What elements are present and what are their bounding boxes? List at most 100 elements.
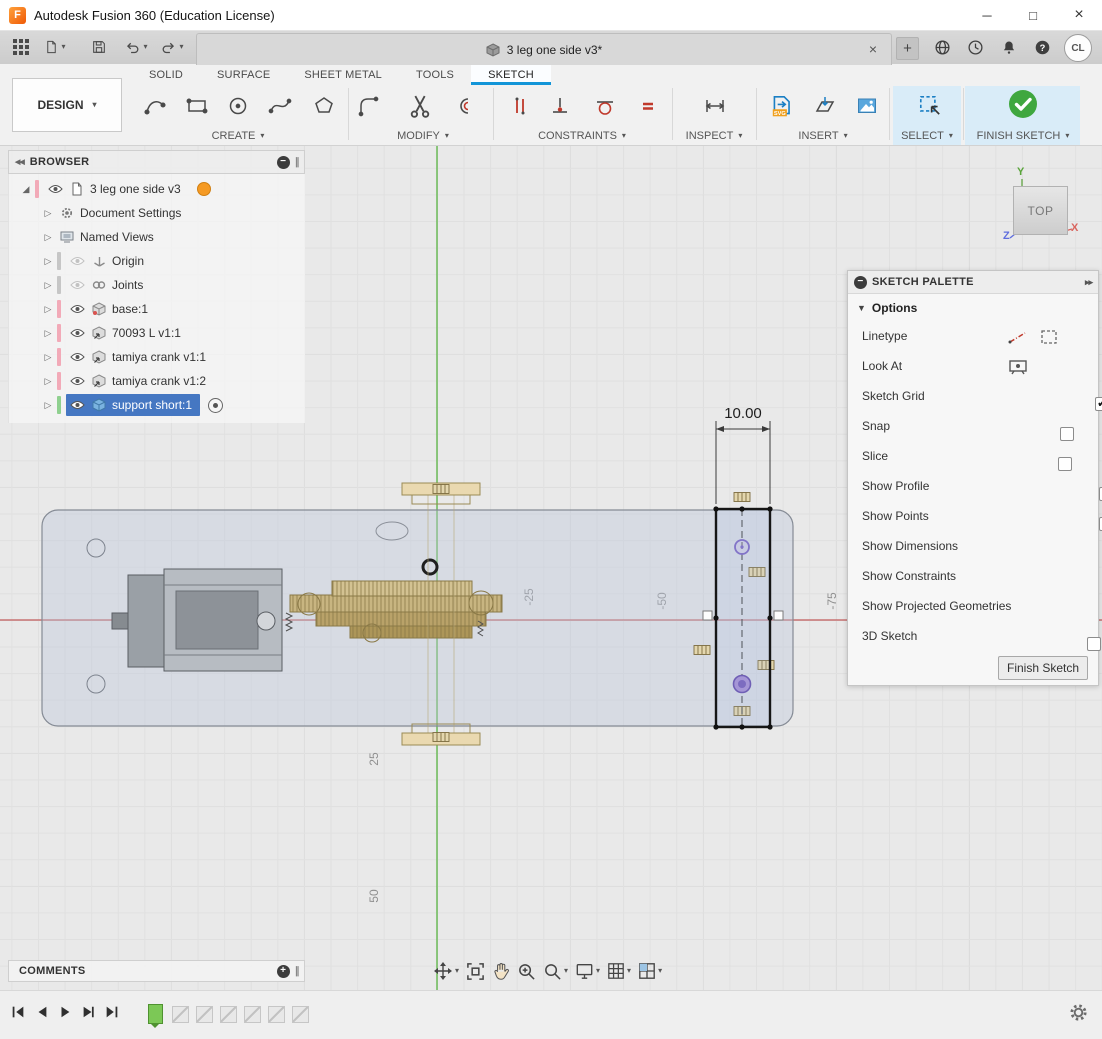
disclosure-open-icon[interactable]: ◢ [17,184,35,195]
close-tab-icon[interactable]: × [864,40,882,58]
timeline-settings-gear-icon[interactable] [1069,1003,1088,1027]
group-label-inspect[interactable]: INSPECT▾ [686,130,743,142]
browser-item-named-views[interactable]: ▷ Named Views [9,225,305,249]
redo-button[interactable]: ▾ [156,33,188,61]
3d-sketch-checkbox[interactable] [1087,637,1101,651]
disclosure-icon[interactable]: ▷ [39,280,57,291]
workspace-selector[interactable]: DESIGN ▾ [12,78,122,132]
timeline-feature[interactable] [268,1006,285,1023]
panel-grip-icon[interactable]: ∥ [295,966,300,977]
browser-item-tamiya-crank-1[interactable]: ▷ tamiya crank v1:1 [9,345,305,369]
disclosure-icon[interactable]: ▷ [39,256,57,267]
group-label-constraints[interactable]: CONSTRAINTS▾ [538,130,626,142]
panel-minus-icon[interactable]: − [277,156,290,169]
line-tool-icon[interactable] [138,90,172,122]
visibility-eye-icon[interactable] [46,184,64,194]
browser-item-70093[interactable]: ▷ 70093 L v1:1 [9,321,305,345]
user-avatar[interactable]: CL [1064,34,1092,62]
group-label-create[interactable]: CREATE▾ [212,130,265,142]
visibility-eye-icon[interactable] [68,352,86,362]
app-grid-icon[interactable] [8,33,34,61]
equal-constraint-icon[interactable] [631,90,665,122]
play-button[interactable] [58,1004,72,1020]
sketch-grid-checkbox[interactable] [1095,397,1102,411]
undo-button[interactable]: ▾ [120,33,152,61]
canvas-insert-icon[interactable] [850,90,884,122]
save-button[interactable] [86,33,112,61]
timeline-position-marker[interactable] [148,1004,163,1024]
look-at-icon[interactable] [1008,359,1028,378]
viewports-button[interactable]: ▾ [635,957,665,985]
disclosure-icon[interactable]: ▷ [39,304,57,315]
grid-snap-button[interactable]: ▾ [604,957,634,985]
step-forward-button[interactable] [81,1004,95,1020]
dimension-value[interactable]: 10.00 [724,405,762,422]
pan-hand-button[interactable] [489,957,513,985]
step-back-button[interactable] [35,1004,49,1020]
display-settings-button[interactable]: ▾ [572,957,603,985]
extensions-icon[interactable] [932,37,952,57]
disclosure-icon[interactable]: ▷ [39,328,57,339]
sketch-palette-header[interactable]: − SKETCH PALETTE ▸▸ [848,271,1098,294]
horizontal-vertical-constraint-icon[interactable] [503,90,537,122]
group-label-insert[interactable]: INSERT▾ [798,130,847,142]
timeline-feature[interactable] [196,1006,213,1023]
disclosure-icon[interactable]: ▷ [39,232,57,243]
disclosure-icon[interactable]: ▷ [39,352,57,363]
tab-surface[interactable]: SURFACE [200,64,287,85]
disclosure-icon[interactable]: ▷ [39,376,57,387]
group-label-finish-sketch[interactable]: FINISH SKETCH▾ [977,130,1070,142]
visibility-eye-icon[interactable] [68,376,86,386]
timeline-feature[interactable] [220,1006,237,1023]
maximize-button[interactable]: □ [1010,0,1056,30]
timeline-feature[interactable] [244,1006,261,1023]
timeline-feature[interactable] [172,1006,189,1023]
browser-item-document-settings[interactable]: ▷ Document Settings [9,201,305,225]
visibility-eye-icon[interactable] [68,328,86,338]
visibility-eye-icon[interactable] [68,304,86,314]
comments-panel-header[interactable]: COMMENTS + ∥ [8,960,305,982]
slice-checkbox[interactable] [1058,457,1072,471]
pan-button[interactable]: ▾ [430,957,462,985]
collapse-panel-icon[interactable]: ◀◀ [15,158,24,166]
circle-tool-icon[interactable] [221,90,255,122]
visibility-eye-icon[interactable] [68,400,86,410]
coincident-constraint-icon[interactable] [543,90,577,122]
close-button[interactable]: × [1056,0,1102,30]
select-tool-icon[interactable] [913,90,947,122]
document-tab[interactable]: 3 leg one side v3* × [196,33,892,65]
new-tab-button[interactable]: + [896,37,919,60]
group-label-select[interactable]: SELECT▾ [901,130,953,142]
browser-item-base[interactable]: ▷ base:1 [9,297,305,321]
finish-sketch-button[interactable]: Finish Sketch [998,656,1088,680]
sketch-rectangle[interactable] [703,506,783,729]
notifications-bell-icon[interactable] [999,37,1019,57]
group-label-modify[interactable]: MODIFY▾ [397,130,449,142]
tab-tools[interactable]: TOOLS [399,64,471,85]
browser-item-joints[interactable]: ▷ Joints [9,273,305,297]
timeline-feature[interactable] [292,1006,309,1023]
zoom-window-button[interactable] [514,957,539,985]
tab-sheet-metal[interactable]: SHEET METAL [287,64,399,85]
file-menu-button[interactable]: ▾ [40,33,70,61]
panel-grip-icon[interactable]: ∥ [295,157,300,168]
help-icon[interactable]: ? [1032,37,1052,57]
spline-tool-icon[interactable] [263,90,297,122]
rectangle-tool-icon[interactable] [180,90,214,122]
tangent-constraint-icon[interactable] [588,90,622,122]
construction-linetype-icon[interactable] [1040,329,1058,348]
trim-tool-icon[interactable] [403,90,437,122]
polygon-tool-icon[interactable] [307,90,341,122]
panel-minus-icon[interactable]: − [854,276,867,289]
visibility-eye-icon[interactable] [68,256,86,266]
browser-item-support-short[interactable]: ▷ support short:1 [9,393,305,417]
disclosure-icon[interactable]: ▷ [39,400,57,411]
browser-item-root[interactable]: ◢ 3 leg one side v3 [9,177,305,201]
browser-header[interactable]: ◀◀ BROWSER − ∥ [8,150,305,174]
job-status-clock-icon[interactable] [965,37,985,57]
activate-component-radio[interactable] [208,398,223,413]
insert-mesh-icon[interactable] [808,90,842,122]
fillet-tool-icon[interactable] [351,90,385,122]
insert-svg-icon[interactable]: SVG [765,90,799,122]
add-comment-icon[interactable]: + [277,965,290,978]
